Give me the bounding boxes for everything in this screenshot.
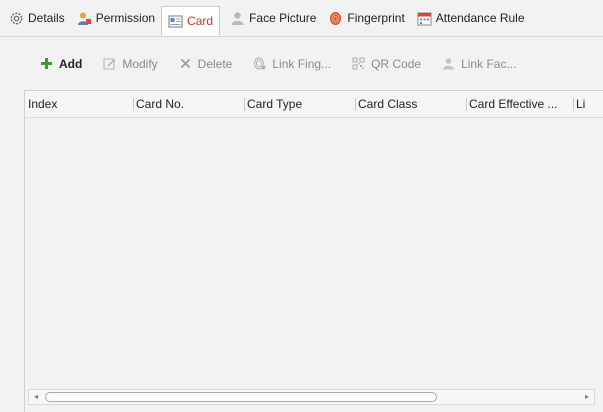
tab-permission[interactable]: Permission	[71, 5, 161, 31]
scroll-left-arrow-icon[interactable]: ◂	[29, 390, 43, 404]
qr-code-button-label: QR Code	[371, 56, 422, 71]
link-fingerprint-button-label: Link Fing...	[272, 56, 332, 71]
tab-card-label: Card	[187, 14, 214, 28]
person-icon	[230, 11, 245, 26]
add-button-label: Add	[59, 56, 83, 71]
tab-card[interactable]: Card	[161, 6, 221, 36]
fingerprint-icon	[328, 11, 343, 26]
card-icon	[168, 14, 183, 29]
toolbar: Add Modify Delete Link Fing... QR Code L…	[0, 37, 603, 90]
scrollbar-thumb[interactable]	[45, 392, 437, 402]
link-fingerprint-button[interactable]: Link Fing...	[253, 57, 331, 71]
link-face-button-label: Link Fac...	[461, 56, 517, 71]
edit-icon	[103, 57, 116, 70]
tab-attendance-rule[interactable]: Attendance Rule	[411, 5, 531, 31]
horizontal-scrollbar[interactable]: ◂ ▸	[28, 389, 595, 405]
scroll-right-arrow-icon[interactable]: ▸	[580, 390, 594, 404]
tab-attendance-rule-label: Attendance Rule	[435, 11, 525, 25]
column-header-link[interactable]: Li	[573, 91, 603, 117]
column-header-card-type[interactable]: Card Type	[244, 91, 355, 117]
qr-code-button[interactable]: QR Code	[352, 57, 421, 71]
plus-icon	[40, 57, 53, 70]
tab-face-picture-label: Face Picture	[249, 11, 317, 25]
tab-permission-label: Permission	[95, 11, 156, 25]
close-icon	[179, 57, 192, 70]
tab-bar: Details Permission Card Face Picture Fin…	[0, 0, 603, 37]
add-button[interactable]: Add	[40, 57, 82, 71]
tab-fingerprint[interactable]: Fingerprint	[322, 5, 410, 31]
user-permission-icon	[77, 11, 92, 26]
table-header: Index Card No. Card Type Card Class Card…	[25, 91, 603, 118]
link-face-button[interactable]: Link Fac...	[442, 57, 516, 71]
gear-icon	[9, 11, 24, 26]
modify-button[interactable]: Modify	[103, 56, 158, 71]
tab-details[interactable]: Details	[3, 5, 71, 31]
delete-button[interactable]: Delete	[179, 56, 233, 71]
card-table: Index Card No. Card Type Card Class Card…	[24, 90, 603, 412]
qr-code-icon	[352, 57, 365, 70]
modify-button-label: Modify	[122, 56, 158, 71]
tab-details-label: Details	[28, 11, 65, 25]
calendar-icon	[417, 11, 432, 26]
tab-fingerprint-label: Fingerprint	[347, 11, 405, 25]
column-header-card-effective[interactable]: Card Effective ...	[466, 91, 573, 117]
person-icon	[442, 57, 455, 70]
fingerprint-link-icon	[253, 57, 266, 70]
delete-button-label: Delete	[197, 56, 233, 71]
column-header-index[interactable]: Index	[25, 91, 133, 117]
column-header-card-no[interactable]: Card No.	[133, 91, 244, 117]
column-header-card-class[interactable]: Card Class	[355, 91, 466, 117]
tab-face-picture[interactable]: Face Picture	[224, 5, 322, 31]
